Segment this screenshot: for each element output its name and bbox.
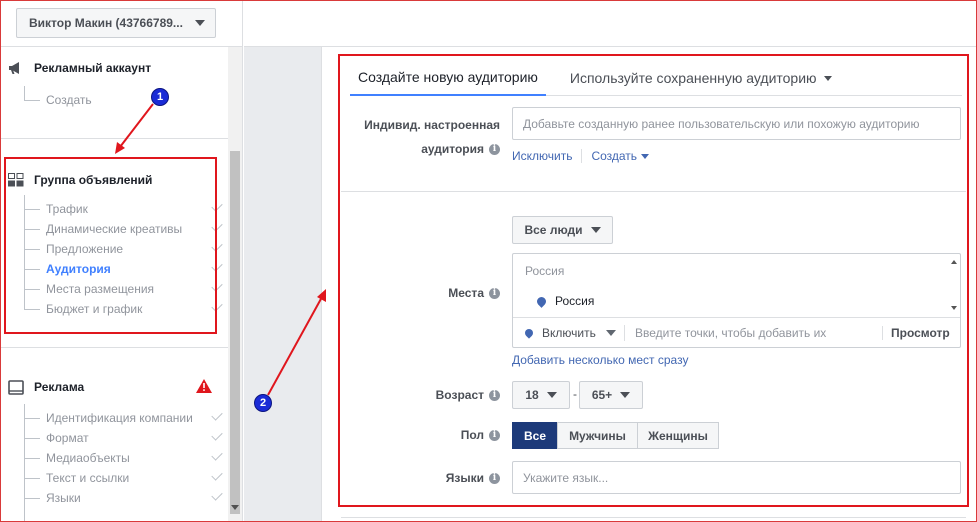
- section-ad-account-title: Рекламный аккаунт: [34, 61, 152, 75]
- sidebar-item-languages[interactable]: Языки: [24, 488, 228, 508]
- check-icon: [211, 489, 223, 501]
- annotation-badge-1: 1: [151, 88, 169, 106]
- megaphone-icon: [8, 60, 24, 76]
- content-gutter: [244, 47, 321, 522]
- divider: [0, 138, 228, 139]
- sidebar-scroll-thumb[interactable]: [230, 151, 240, 514]
- divider: [0, 347, 228, 348]
- annotation-badge-2: 2: [254, 394, 272, 412]
- sidebar-item-format[interactable]: Формат: [24, 428, 228, 448]
- section-ad-account-header[interactable]: Рекламный аккаунт: [8, 58, 236, 78]
- sidebar-item-label: Медиаобъекты: [46, 451, 130, 465]
- account-name: Виктор Макин (43766789...: [29, 16, 183, 30]
- check-icon: [211, 449, 223, 461]
- sidebar-item-media[interactable]: Медиаобъекты: [24, 448, 228, 468]
- ad-account-tree: Создать: [24, 86, 236, 110]
- check-icon: [211, 469, 223, 481]
- sidebar-scrollbar[interactable]: [228, 47, 242, 522]
- sidebar-item-label: Формат: [46, 431, 89, 445]
- sidebar-item-identity[interactable]: Идентификация компании: [24, 408, 228, 428]
- chevron-down-icon: [195, 20, 205, 26]
- warning-icon: [196, 378, 212, 396]
- section-ad-account: Рекламный аккаунт Создать: [8, 58, 236, 110]
- section-ad-header-left: Реклама: [8, 379, 84, 395]
- section-divider: [341, 517, 966, 518]
- highlight-box-audience: [338, 54, 969, 507]
- account-selector-wrap: Виктор Макин (43766789...: [0, 0, 242, 47]
- scroll-down-arrow-icon[interactable]: [231, 505, 239, 510]
- sidebar-item-text-links[interactable]: Текст и ссылки: [24, 468, 228, 488]
- top-bar: [244, 0, 977, 47]
- section-ad-header[interactable]: Реклама: [8, 377, 212, 397]
- sidebar-item-label: Языки: [46, 491, 81, 505]
- sidebar-item-label: Создать: [46, 93, 92, 107]
- ad-tree: Идентификация компании Формат Медиаобъек…: [24, 404, 228, 522]
- sidebar-item-label: Идентификация компании: [46, 411, 193, 425]
- account-selector-button[interactable]: Виктор Макин (43766789...: [16, 8, 216, 38]
- check-icon: [211, 409, 223, 421]
- sidebar-item-label: Текст и ссылки: [46, 471, 130, 485]
- check-icon: [211, 429, 223, 441]
- section-ad-title: Реклама: [34, 380, 85, 394]
- highlight-box-ad-set: [4, 157, 217, 334]
- tablet-icon: [8, 379, 24, 395]
- sidebar-item-create[interactable]: Создать: [24, 90, 236, 110]
- section-ad: Реклама Идентификация компании Формат Ме…: [8, 377, 236, 522]
